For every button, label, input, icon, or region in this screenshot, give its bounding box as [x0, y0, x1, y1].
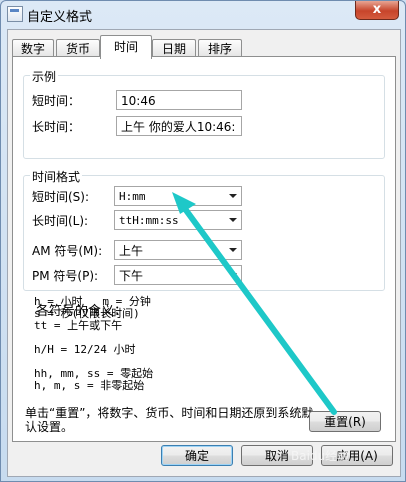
example-long-label: 长时间：: [32, 120, 81, 134]
reset-note: 单击“重置”，将数字、货币、时间和日期还原到系统默认设置。: [25, 406, 314, 434]
help-line: h/H = 12/24 小时: [34, 343, 136, 356]
long-time-value: ttH:mm:ss: [119, 214, 179, 227]
chevron-down-icon[interactable]: [225, 187, 241, 205]
long-time-label: 长时间(L):: [32, 214, 89, 228]
pm-symbol-value: 下午: [119, 269, 144, 283]
chevron-down-icon[interactable]: [225, 241, 241, 259]
pm-symbol-label: PM 符号(P):: [32, 269, 99, 283]
tab-time[interactable]: 时间: [100, 35, 152, 59]
time-format-legend: 时间格式: [30, 168, 83, 185]
pm-symbol-combo[interactable]: 下午: [114, 265, 242, 285]
example-group: 示例 短时间： 10:46 长时间： 上午 你的爱人10:46:: [23, 68, 385, 159]
time-format-group: 时间格式 短时间(S): H:mm 长时间(L): ttH:mm:ss AM 符…: [23, 168, 385, 291]
example-long-value: 上午 你的爱人10:46:: [116, 116, 242, 136]
example-short-value: 10:46: [116, 90, 242, 110]
help-line: tt = 上午或下午: [34, 319, 123, 332]
example-legend: 示例: [30, 68, 59, 85]
am-symbol-label: AM 符号(M):: [32, 244, 103, 258]
help-line: h, m, s = 非零起始: [34, 379, 145, 392]
window-title: 自定义格式: [27, 10, 93, 25]
am-symbol-combo[interactable]: 上午: [114, 240, 242, 260]
chevron-down-icon[interactable]: [225, 266, 241, 284]
dialog-window: 自定义格式 x 数字 货币 时间 日期 排序 示例 短时间： 10:46 长时间…: [0, 0, 406, 482]
chevron-down-icon[interactable]: [225, 211, 241, 229]
short-time-combo[interactable]: H:mm: [114, 186, 242, 206]
close-button[interactable]: x: [355, 1, 399, 20]
am-symbol-value: 上午: [119, 244, 144, 258]
long-time-combo[interactable]: ttH:mm:ss: [114, 210, 242, 230]
ok-button[interactable]: 确定: [161, 445, 233, 466]
short-time-label: 短时间(S):: [32, 190, 90, 204]
watermark: Baidu经验: [291, 449, 350, 463]
title-bar[interactable]: 自定义格式 x: [1, 1, 405, 27]
example-short-label: 短时间：: [32, 94, 81, 108]
window-icon: [7, 6, 23, 22]
short-time-value: H:mm: [119, 190, 146, 203]
reset-button[interactable]: 重置(R): [309, 411, 381, 432]
